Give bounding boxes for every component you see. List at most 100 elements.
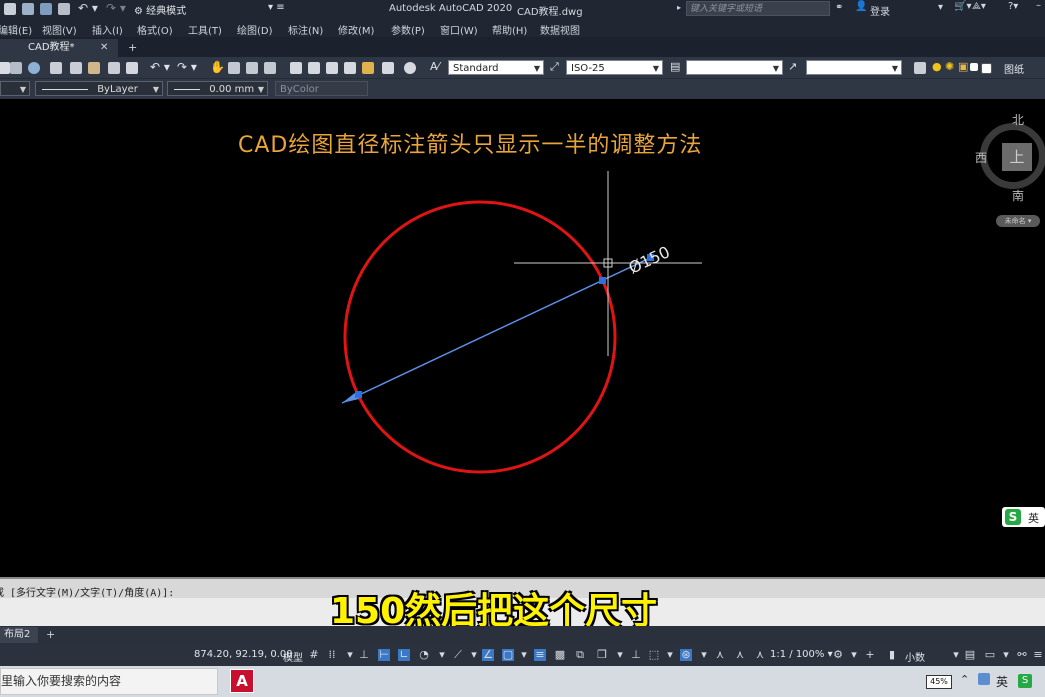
undo-button[interactable]: ↶ ▾ [150, 60, 170, 74]
ime-badge[interactable]: S 英 [1002, 507, 1045, 527]
paste-icon[interactable] [88, 62, 100, 74]
chevron-down-icon[interactable]: ▾ [698, 649, 710, 661]
block-editor-icon[interactable] [126, 62, 138, 74]
menu-tools[interactable]: 工具(T) [188, 22, 222, 37]
cut-icon[interactable] [50, 62, 62, 74]
text-style-select[interactable]: Standard ▼ [448, 60, 544, 75]
transparency-icon[interactable]: ▩ [554, 649, 566, 661]
match-properties-icon[interactable] [108, 62, 120, 74]
chevron-down-icon[interactable]: ▾ [950, 649, 962, 661]
layer-color-icon[interactable] [970, 63, 978, 71]
grip-point[interactable] [599, 277, 606, 284]
sun-icon[interactable]: ✺ [945, 60, 954, 73]
menu-format[interactable]: 格式(O) [137, 22, 173, 37]
wcs-menu[interactable]: 未命名 ▾ [996, 215, 1040, 227]
chevron-down-icon[interactable]: ▾ [344, 649, 356, 661]
gear-icon[interactable]: ⚙ [832, 649, 844, 661]
lightbulb-icon[interactable]: ● [932, 60, 942, 73]
object-snap-icon[interactable]: ▢ [502, 649, 514, 661]
coordinates-readout[interactable]: 874.20, 92.19, 0.00 [194, 649, 293, 660]
help-circle-icon[interactable] [404, 62, 416, 74]
redo-button[interactable]: ↷ ▾ [177, 60, 197, 74]
open-file-icon[interactable] [22, 3, 34, 15]
chevron-up-icon[interactable]: ⌃ [960, 673, 969, 686]
menu-insert[interactable]: 插入(I) [92, 22, 123, 37]
properties-icon[interactable] [290, 62, 302, 74]
annotation-scale-select[interactable]: 1:1 / 100% ▾ [770, 649, 833, 660]
multileader-style-select[interactable]: ▼ [806, 60, 902, 75]
viewcube-south[interactable]: 南 [1012, 187, 1024, 204]
autodesk-a360-icon[interactable]: ⟁▾ [972, 1, 986, 12]
menu-edit[interactable]: 编辑(E) [0, 22, 32, 37]
save-icon[interactable] [40, 3, 52, 15]
layer-name[interactable]: 图纸 [1004, 61, 1024, 76]
cart-icon[interactable]: 🛒▾ [954, 1, 971, 12]
color-select[interactable]: ▼ [0, 81, 30, 96]
zoom-previous-icon[interactable] [264, 62, 276, 74]
plus-icon[interactable]: + [864, 649, 876, 661]
design-center-icon[interactable] [308, 62, 320, 74]
chevron-down-icon[interactable]: ▾ [436, 649, 448, 661]
layer-properties-icon[interactable] [914, 62, 926, 74]
drawing-canvas[interactable]: CAD绘图直径标注箭头只显示一半的调整方法 Ø150 上 北 南 西 未命名 ▾… [0, 99, 1045, 577]
undo-icon[interactable]: ↶ ▾ [78, 1, 98, 15]
menu-dimension[interactable]: 标注(N) [288, 22, 323, 37]
pan-realtime-icon[interactable]: ✋ [210, 60, 225, 74]
zoom-realtime-icon[interactable] [228, 62, 240, 74]
viewcube-north[interactable]: 北 [1012, 111, 1024, 128]
zoom-icon[interactable] [0, 62, 10, 74]
zoom-window-icon[interactable] [246, 62, 258, 74]
model-space-toggle[interactable]: 模型 [283, 649, 303, 664]
chevron-down-icon[interactable]: ▾ [664, 649, 676, 661]
menu-modify[interactable]: 修改(M) [338, 22, 374, 37]
grip-point[interactable] [355, 391, 362, 398]
autocad-taskbar-icon[interactable]: A [230, 669, 254, 693]
markup-icon[interactable] [362, 62, 374, 74]
annotation-visibility-icon[interactable]: ⋏ [714, 649, 726, 661]
new-tab-button[interactable]: + [128, 41, 137, 54]
redo-icon[interactable]: ↷ ▾ [106, 1, 126, 15]
viewcube[interactable]: 上 北 南 西 [975, 113, 1045, 203]
sogou-tray-icon[interactable]: S [1018, 674, 1032, 688]
menu-draw[interactable]: 绘图(D) [237, 22, 273, 37]
taskbar-search-input[interactable]: 里输入你要搜索的内容 [0, 668, 218, 695]
isodraft-icon[interactable]: ⟋ [452, 649, 464, 661]
close-tab-icon[interactable]: ✕ [100, 39, 108, 57]
object-snap-tracking-icon[interactable]: ∠ [482, 649, 494, 661]
snap-icon[interactable]: ⁞⁞ [326, 649, 338, 661]
help-icon[interactable]: ?▾ [1008, 1, 1018, 12]
tool-palettes-icon[interactable] [326, 62, 338, 74]
menu-data-view[interactable]: 数据视图 [540, 22, 580, 37]
workspace-selector[interactable]: ⚙ 经典模式 ▾ ≡ [134, 2, 285, 17]
viewcube-west[interactable]: 西 [975, 149, 987, 166]
customize-icon[interactable]: ⚯ [1016, 649, 1028, 661]
annotation-scale-icon[interactable]: ⋏ [754, 649, 766, 661]
dynamic-ucs-icon[interactable]: ⊥ [630, 649, 642, 661]
print-icon[interactable] [58, 3, 70, 15]
new-file-icon[interactable] [4, 3, 16, 15]
lock-icon[interactable]: ▣ [958, 60, 968, 73]
infer-constraints-icon[interactable]: ⊥ [358, 649, 370, 661]
user-icon[interactable]: 👤 [855, 1, 867, 12]
selection-cycling-icon[interactable]: ⧉ [574, 649, 586, 661]
chevron-down-icon[interactable]: ▾ [848, 649, 860, 661]
hardware-acceleration-icon[interactable]: ▮ [886, 649, 898, 661]
lineweight-select[interactable]: 0.00 mm ▼ [167, 81, 268, 96]
chevron-down-icon[interactable]: ▾ [468, 649, 480, 661]
copy-icon[interactable] [70, 62, 82, 74]
chevron-down-icon[interactable]: ▾ [518, 649, 530, 661]
table-style-select[interactable]: ▼ [686, 60, 783, 75]
search-expand-icon[interactable]: ▸ [677, 3, 681, 12]
polar-tracking-icon[interactable]: ◔ [418, 649, 430, 661]
globe-icon[interactable] [28, 62, 40, 74]
menu-help[interactable]: 帮助(H) [492, 22, 527, 37]
auto-scale-icon[interactable]: ⋏ [734, 649, 746, 661]
pan-icon[interactable] [10, 62, 22, 74]
minimize-icon[interactable]: – [1036, 0, 1041, 11]
tab-layout2[interactable]: 布局2 [0, 627, 38, 643]
menu-window[interactable]: 窗口(W) [440, 22, 478, 37]
selection-filter-icon[interactable]: ⬚ [648, 649, 660, 661]
sheet-set-icon[interactable] [344, 62, 356, 74]
lineweight-icon[interactable]: ≡ [534, 649, 546, 661]
network-icon[interactable] [978, 673, 990, 685]
